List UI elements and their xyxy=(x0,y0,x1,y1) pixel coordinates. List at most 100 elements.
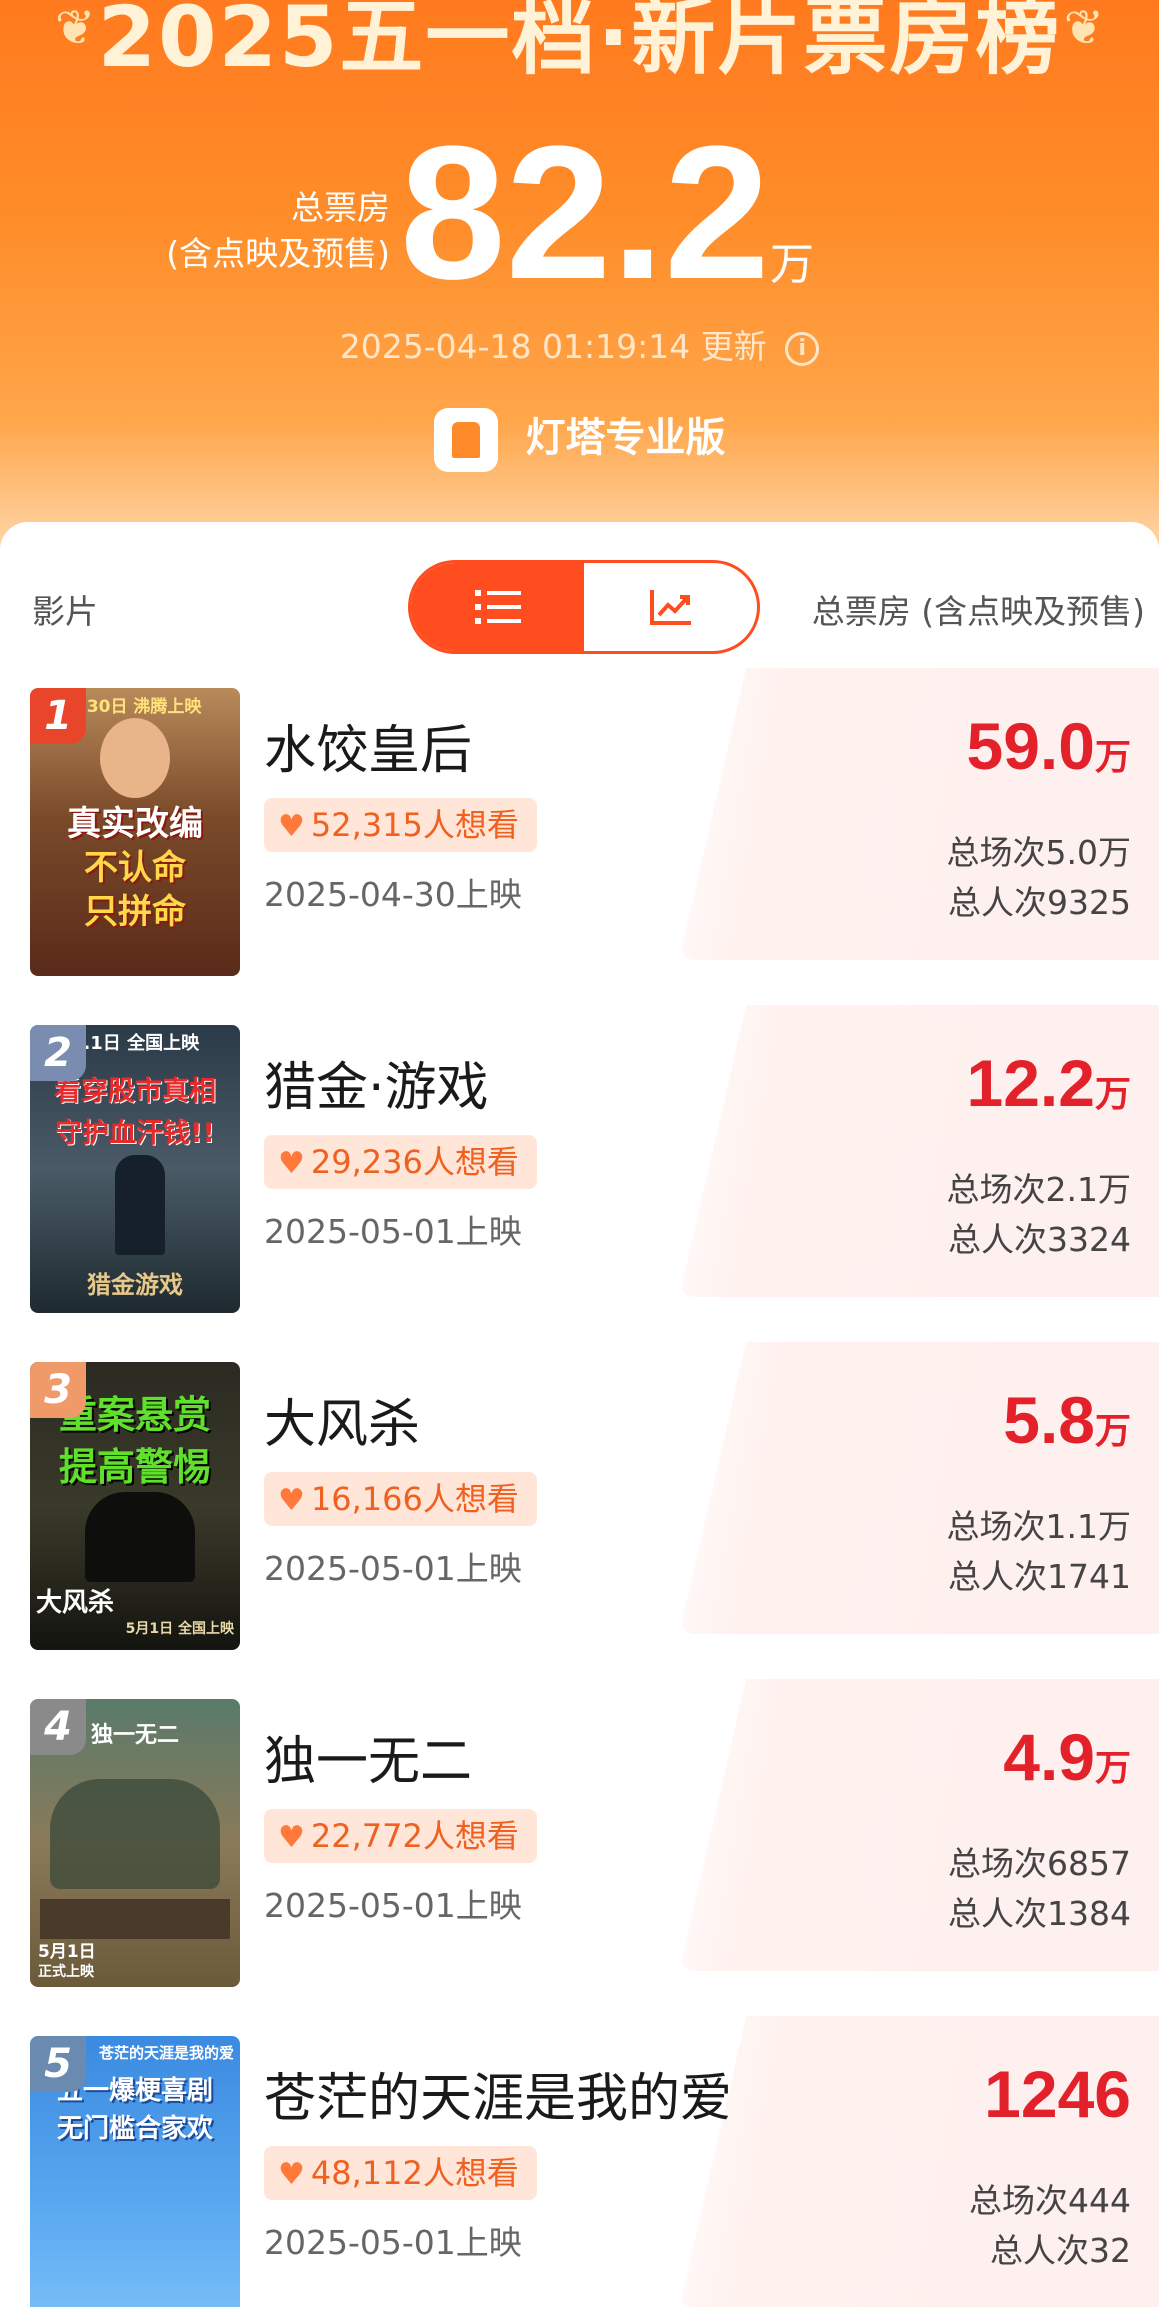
film-row[interactable]: 独一无二 5月1日 正式上映 4 独一无二 ♥ 22,772人想看 2025-05… xyxy=(0,1679,1159,1987)
brand-name: 灯塔专业版 xyxy=(525,415,726,461)
total-label-line1: 总票房 xyxy=(291,188,390,227)
box-office-number: 4.9 xyxy=(1003,1720,1095,1794)
rank-badge: 2 xyxy=(30,1025,86,1081)
release-date: 2025-05-01上映 xyxy=(264,1886,522,1925)
brand-row: 灯塔专业版 xyxy=(0,405,1159,472)
film-poster[interactable]: 独一无二 5月1日 正式上映 4 xyxy=(30,1699,240,1987)
box-office-unit: 万 xyxy=(1094,737,1131,778)
film-title[interactable]: 大风杀 xyxy=(264,1382,420,1457)
list-icon xyxy=(474,590,521,624)
poster-text: 真实改编 xyxy=(67,804,203,844)
poster-text: 守护血汗钱!! xyxy=(55,1118,215,1149)
want-count: 52,315人想看 xyxy=(310,806,519,844)
poster-table xyxy=(40,1899,230,1939)
film-title[interactable]: 猎金·游戏 xyxy=(264,1045,489,1120)
poster-figure xyxy=(50,1779,220,1889)
film-poster[interactable]: 苍茫的天涯是我的爱 五一爆梗喜剧 无门槛合家欢 5 xyxy=(30,2036,240,2307)
heart-icon: ♥ xyxy=(278,809,305,844)
want-to-see-badge: ♥ 16,166人想看 xyxy=(264,1472,537,1526)
poster-text: 无门槛合家欢 xyxy=(56,2114,213,2144)
box-office-number: 12.2 xyxy=(966,1046,1095,1120)
want-count: 29,236人想看 xyxy=(310,1143,519,1181)
poster-figure xyxy=(85,1492,195,1582)
film-poster[interactable]: 4.30日 沸腾上映 真实改编 不认命 只拼命 1 xyxy=(30,688,240,976)
film-box-office: 59.0万 xyxy=(967,708,1131,784)
total-admissions: 总人次1384 xyxy=(948,1894,1131,1933)
poster-text: 提高警惕 xyxy=(58,1445,211,1489)
want-to-see-badge: ♥ 22,772人想看 xyxy=(264,1809,537,1863)
total-box-office-unit: 万 xyxy=(770,239,814,290)
release-date: 2025-05-01上映 xyxy=(264,1212,522,1251)
total-screenings: 总场次2.1万 xyxy=(946,1170,1131,1209)
heart-icon: ♥ xyxy=(278,1820,305,1855)
update-time-row: 2025-04-18 01:19:14 更新 i xyxy=(0,320,1159,368)
film-title[interactable]: 水饺皇后 xyxy=(264,708,472,783)
total-admissions: 总人次32 xyxy=(990,2231,1131,2270)
rank-badge: 5 xyxy=(30,2036,86,2092)
total-box-office-value: 82.2 xyxy=(400,107,770,319)
want-count: 22,772人想看 xyxy=(310,1817,519,1855)
box-office-number: 1246 xyxy=(984,2057,1131,2131)
total-screenings: 总场次6857 xyxy=(948,1844,1131,1883)
poster-text: 大风杀 xyxy=(36,1588,115,1618)
rank-badge: 1 xyxy=(30,688,86,744)
want-to-see-badge: ♥ 52,315人想看 xyxy=(264,798,537,852)
film-box-office: 4.9万 xyxy=(1003,1719,1131,1795)
update-time: 2025-04-18 01:19:14 更新 xyxy=(339,327,767,366)
poster-figure xyxy=(100,718,170,798)
total-label-line2: (含点映及预售) xyxy=(166,234,390,273)
heart-icon: ♥ xyxy=(278,2157,305,2192)
box-office-unit: 万 xyxy=(1094,1411,1131,1452)
total-admissions: 总人次1741 xyxy=(948,1557,1131,1596)
film-box-office: 1246 xyxy=(984,2056,1131,2132)
want-count: 16,166人想看 xyxy=(310,1480,519,1518)
poster-text: 猎金游戏 xyxy=(87,1271,183,1299)
release-date: 2025-04-30上映 xyxy=(264,875,522,914)
release-date: 2025-05-01上映 xyxy=(264,1549,522,1588)
film-row[interactable]: 重案悬赏 提高警惕 大风杀 5月1日 全国上映 3 大风杀 ♥ 16,166人想看… xyxy=(0,1342,1159,1650)
box-office-number: 5.8 xyxy=(1003,1383,1095,1457)
list-view-button[interactable] xyxy=(411,563,584,651)
info-icon[interactable]: i xyxy=(785,331,820,366)
laurel-right-icon: ❦ xyxy=(1063,0,1104,56)
view-toggle xyxy=(408,560,760,654)
poster-text: 正式上映 xyxy=(38,1964,94,1980)
chart-view-button[interactable] xyxy=(584,563,757,651)
poster-text: 5月1日 xyxy=(38,1942,96,1962)
poster-text: 5月1日 全国上映 xyxy=(125,1621,234,1637)
release-date: 2025-05-01上映 xyxy=(264,2223,522,2262)
heart-icon: ♥ xyxy=(278,1146,305,1181)
total-screenings: 总场次5.0万 xyxy=(946,833,1131,872)
want-to-see-badge: ♥ 48,112人想看 xyxy=(264,2146,537,2200)
total-box-office-label: 总票房 (含点映及预售) xyxy=(160,185,390,277)
total-screenings: 总场次1.1万 xyxy=(946,1507,1131,1546)
film-poster[interactable]: 重案悬赏 提高警惕 大风杀 5月1日 全国上映 3 xyxy=(30,1362,240,1650)
column-header-film: 影片 xyxy=(32,592,98,631)
film-poster[interactable]: 5.1日 全国上映 看穿股市真相 守护血汗钱!! 猎金游戏 2 xyxy=(30,1025,240,1313)
trend-chart-icon xyxy=(649,590,691,625)
total-screenings: 总场次444 xyxy=(969,2181,1131,2220)
want-to-see-badge: ♥ 29,236人想看 xyxy=(264,1135,537,1189)
want-count: 48,112人想看 xyxy=(310,2154,519,2192)
box-office-unit: 万 xyxy=(1094,1074,1131,1115)
box-office-unit: 万 xyxy=(1094,1748,1131,1789)
film-box-office: 5.8万 xyxy=(1003,1382,1131,1458)
film-title[interactable]: 苍茫的天涯是我的爱 xyxy=(264,2056,732,2131)
film-title[interactable]: 独一无二 xyxy=(264,1719,472,1794)
page-title: 2025五一档·新片票房榜 xyxy=(97,0,1062,86)
rank-badge: 3 xyxy=(30,1362,86,1418)
poster-figure xyxy=(115,1155,165,1255)
lighthouse-logo-icon xyxy=(433,408,498,472)
film-row[interactable]: 苍茫的天涯是我的爱 五一爆梗喜剧 无门槛合家欢 5 苍茫的天涯是我的爱 ♥ 48,… xyxy=(0,2016,1159,2307)
poster-text: 只拼命 xyxy=(84,892,186,932)
hero-banner: ❦ 2025五一档·新片票房榜 ❦ 总票房 (含点映及预售) 82.2 万 20… xyxy=(0,0,1159,560)
poster-text: 不认命 xyxy=(84,848,186,888)
total-admissions: 总人次3324 xyxy=(948,1220,1131,1259)
film-row[interactable]: 4.30日 沸腾上映 真实改编 不认命 只拼命 1 水饺皇后 ♥ 52,315人想… xyxy=(0,668,1159,976)
film-row[interactable]: 5.1日 全国上映 看穿股市真相 守护血汗钱!! 猎金游戏 2 猎金·游戏 ♥ 2… xyxy=(0,1005,1159,1313)
column-header-box-office: 总票房 (含点映及预售) xyxy=(811,592,1145,631)
heart-icon: ♥ xyxy=(278,1483,305,1518)
total-admissions: 总人次9325 xyxy=(948,883,1131,922)
rank-badge: 4 xyxy=(30,1699,86,1755)
box-office-number: 59.0 xyxy=(966,709,1095,783)
